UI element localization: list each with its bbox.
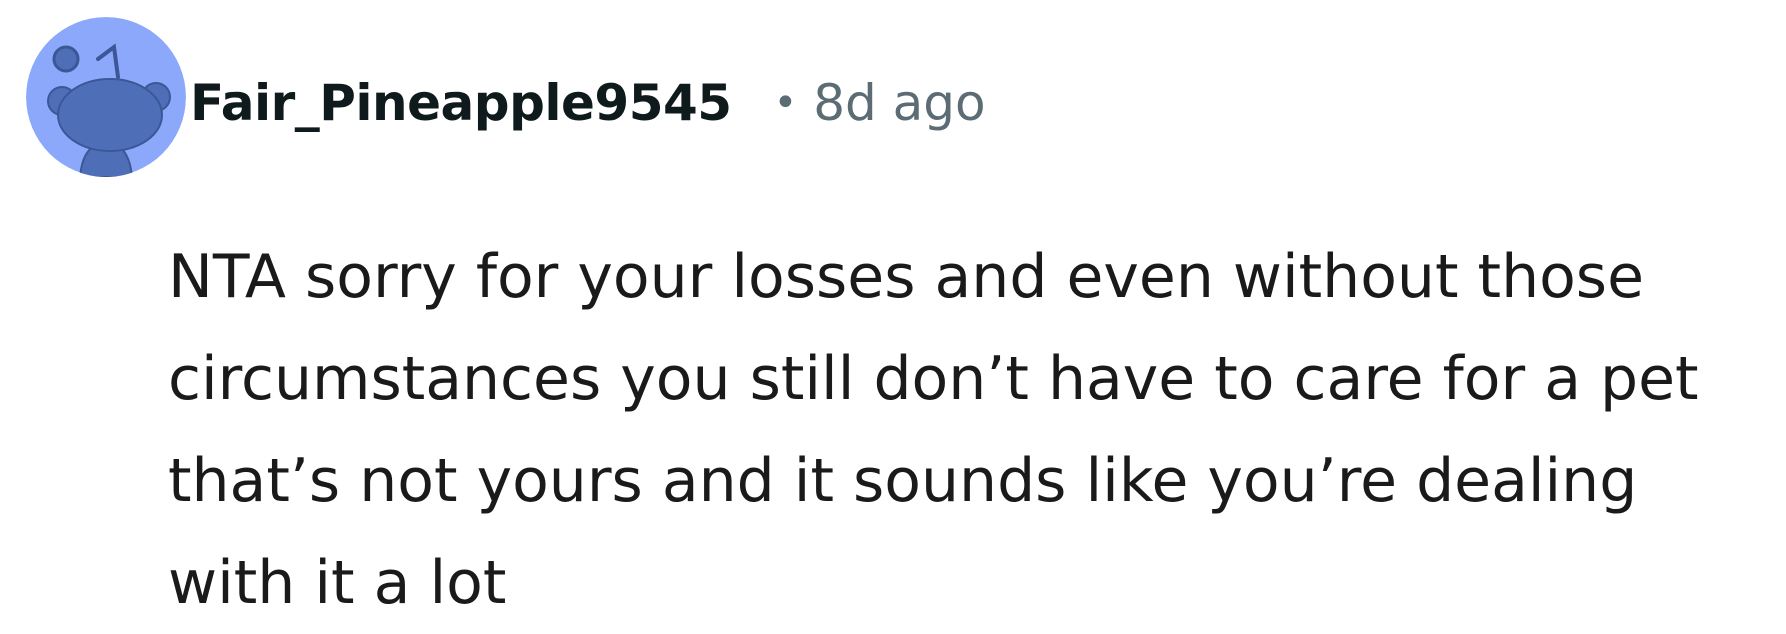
snoo-avatar-icon	[26, 17, 186, 177]
comment: Fair_Pineapple9545 • 8d ago NTA sorry fo…	[0, 0, 1786, 621]
timestamp[interactable]: 8d ago	[813, 74, 985, 132]
separator-dot: •	[773, 80, 798, 126]
comment-meta: Fair_Pineapple9545 • 8d ago	[190, 68, 986, 138]
comment-body-line: that’s not yours and it sounds like you’…	[168, 446, 1638, 516]
comment-body-line: circumstances you still don’t have to ca…	[168, 344, 1699, 414]
username-link[interactable]: Fair_Pineapple9545	[190, 74, 732, 132]
comment-body-line: with it a lot	[168, 548, 507, 618]
avatar[interactable]	[26, 17, 186, 177]
comment-body: NTA sorry for your losses and even witho…	[168, 226, 1768, 634]
comment-body-line: NTA sorry for your losses and even witho…	[168, 242, 1644, 312]
